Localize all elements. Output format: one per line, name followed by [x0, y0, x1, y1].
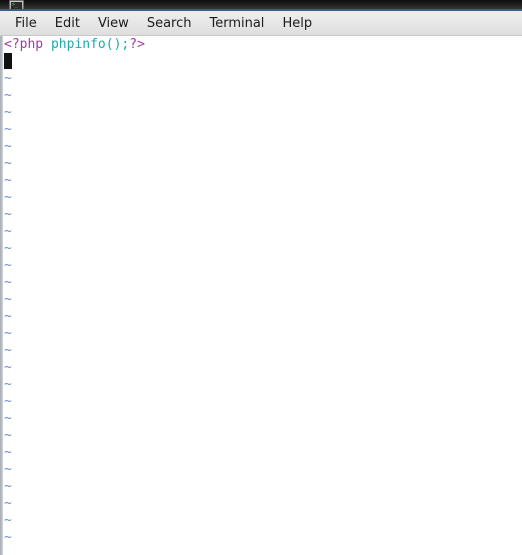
vim-empty-line: ~: [3, 410, 522, 427]
terminal-window: >_ File Edit View Search Terminal Help <…: [0, 0, 522, 555]
tilde-marker: ~: [4, 309, 12, 324]
menu-item-search[interactable]: Search: [138, 14, 201, 33]
tilde-marker: ~: [4, 71, 12, 86]
code-line-1: <?php phpinfo();?>: [3, 36, 522, 53]
tilde-marker: ~: [4, 326, 12, 341]
tilde-marker: ~: [4, 224, 12, 239]
menu-item-file[interactable]: File: [6, 14, 46, 33]
vim-empty-line: ~: [3, 189, 522, 206]
vim-empty-line: ~: [3, 529, 522, 546]
vim-text-area[interactable]: <?php phpinfo();?> ~ ~ ~ ~ ~ ~ ~ ~ ~ ~ ~ ~ ~ ~ ~ ~ ~ ~ ~ ~ ~…: [3, 36, 522, 555]
tilde-marker: ~: [4, 207, 12, 222]
tilde-marker: ~: [4, 479, 12, 494]
vim-empty-line: ~: [3, 223, 522, 240]
tilde-marker: ~: [4, 173, 12, 188]
tilde-marker: ~: [4, 394, 12, 409]
tilde-marker: ~: [4, 122, 12, 137]
menu-item-view[interactable]: View: [89, 14, 138, 33]
menu-item-terminal[interactable]: Terminal: [200, 14, 273, 33]
vim-empty-line: ~: [3, 155, 522, 172]
menu-item-edit[interactable]: Edit: [46, 14, 89, 33]
php-close-tag: ?>: [129, 37, 145, 52]
php-open-tag: <?php: [4, 37, 44, 52]
tilde-marker: ~: [4, 343, 12, 358]
vim-empty-line: ~: [3, 308, 522, 325]
tilde-marker: ~: [4, 139, 12, 154]
menubar: File Edit View Search Terminal Help: [0, 11, 522, 36]
vim-empty-line: ~: [3, 206, 522, 223]
tilde-marker: ~: [4, 462, 12, 477]
vim-empty-line: ~: [3, 274, 522, 291]
vim-empty-line: ~: [3, 427, 522, 444]
vim-empty-line: ~: [3, 393, 522, 410]
vim-empty-line: ~: [3, 257, 522, 274]
vim-empty-line: ~: [3, 104, 522, 121]
vim-empty-line: ~: [3, 376, 522, 393]
vim-empty-line-markers: ~ ~ ~ ~ ~ ~ ~ ~ ~ ~ ~ ~ ~ ~ ~ ~ ~ ~ ~ ~ ~ ~ ~ ~ ~ ~ ~ ~: [3, 70, 522, 546]
tilde-marker: ~: [4, 496, 12, 511]
vim-empty-line: ~: [3, 172, 522, 189]
vim-empty-line: ~: [3, 359, 522, 376]
vim-empty-line: ~: [3, 138, 522, 155]
tilde-marker: ~: [4, 530, 12, 545]
vim-empty-line: ~: [3, 121, 522, 138]
vim-empty-line: ~: [3, 342, 522, 359]
terminal-icon-prompt: >_: [12, 2, 18, 8]
vim-empty-line: ~: [3, 70, 522, 87]
php-function-call: phpinfo();: [50, 37, 130, 52]
vim-empty-line: ~: [3, 87, 522, 104]
tilde-marker: ~: [4, 241, 12, 256]
tilde-marker: ~: [4, 428, 12, 443]
tilde-marker: ~: [4, 292, 12, 307]
tilde-marker: ~: [4, 445, 12, 460]
terminal-body[interactable]: <?php phpinfo();?> ~ ~ ~ ~ ~ ~ ~ ~ ~ ~ ~ ~ ~ ~ ~ ~ ~ ~ ~ ~ ~…: [0, 36, 522, 555]
tilde-marker: ~: [4, 258, 12, 273]
tilde-marker: ~: [4, 190, 12, 205]
cursor-line: [3, 53, 522, 70]
vim-empty-line: ~: [3, 461, 522, 478]
vim-empty-line: ~: [3, 240, 522, 257]
tilde-marker: ~: [4, 105, 12, 120]
tilde-marker: ~: [4, 411, 12, 426]
tilde-marker: ~: [4, 360, 12, 375]
vim-empty-line: ~: [3, 512, 522, 529]
vim-empty-line: ~: [3, 495, 522, 512]
vim-empty-line: ~: [3, 478, 522, 495]
tilde-marker: ~: [4, 156, 12, 171]
tilde-marker: ~: [4, 275, 12, 290]
tilde-marker: ~: [4, 377, 12, 392]
tilde-marker: ~: [4, 88, 12, 103]
vim-empty-line: ~: [3, 325, 522, 342]
vim-empty-line: ~: [3, 444, 522, 461]
window-titlebar[interactable]: >_: [0, 0, 522, 11]
menu-item-help[interactable]: Help: [273, 14, 321, 33]
text-cursor: [4, 53, 12, 69]
vim-empty-line: ~: [3, 291, 522, 308]
tilde-marker: ~: [4, 513, 12, 528]
